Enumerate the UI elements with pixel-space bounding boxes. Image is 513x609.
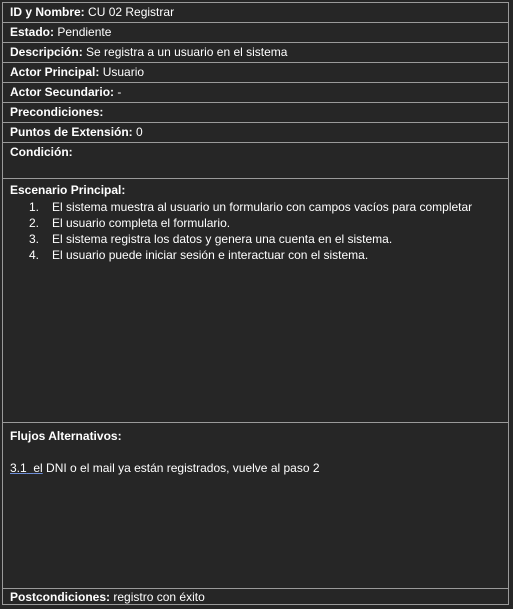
descripcion-label: Descripción: bbox=[10, 45, 83, 59]
puntos-extension-value[interactable]: 0 bbox=[136, 125, 143, 139]
row-id-nombre: ID y Nombre: CU 02 Registrar bbox=[3, 3, 508, 23]
step-number: 1. bbox=[29, 200, 40, 214]
step-item[interactable]: 4. El usuario puede iniciar sesión e int… bbox=[10, 247, 508, 263]
precondiciones-label: Precondiciones: bbox=[10, 105, 104, 119]
actor-secundario-label: Actor Secundario: bbox=[10, 85, 115, 99]
descripcion-value[interactable]: Se registra a un usuario en el sistema bbox=[86, 45, 287, 59]
row-escenario-principal: Escenario Principal: 1. El sistema muest… bbox=[3, 179, 508, 423]
step-item[interactable]: 1. El sistema muestra al usuario un form… bbox=[10, 199, 508, 215]
flujos-label: Flujos Alternativos: bbox=[10, 429, 122, 443]
step-text: El usuario puede iniciar sesión e intera… bbox=[52, 248, 369, 262]
flujo-item[interactable]: 3.1 el DNI o el mail ya están registrado… bbox=[10, 459, 508, 477]
step-number: 4. bbox=[29, 248, 40, 262]
id-label: ID y Nombre: bbox=[10, 5, 85, 19]
row-descripcion: Descripción: Se registra a un usuario en… bbox=[3, 43, 508, 63]
row-postcondiciones: Postcondiciones: registro con éxito bbox=[3, 589, 508, 606]
postcondiciones-value[interactable]: registro con éxito bbox=[113, 590, 204, 604]
step-text: El sistema registra los datos y genera u… bbox=[52, 232, 393, 246]
row-flujos-alternativos: Flujos Alternativos: 3.1 el DNI o el mai… bbox=[3, 423, 508, 589]
flujo-text: DNI o el mail ya están registrados, vuel… bbox=[46, 461, 320, 475]
actor-secundario-value[interactable]: - bbox=[117, 85, 121, 99]
condicion-label: Condición: bbox=[10, 145, 73, 159]
id-value[interactable]: CU 02 Registrar bbox=[88, 5, 174, 19]
row-actor-principal: Actor Principal: Usuario bbox=[3, 63, 508, 83]
use-case-document: ID y Nombre: CU 02 Registrar Estado: Pen… bbox=[2, 2, 509, 605]
step-number: 3. bbox=[29, 232, 40, 246]
postcondiciones-label: Postcondiciones: bbox=[10, 590, 111, 604]
row-puntos-extension: Puntos de Extensión: 0 bbox=[3, 123, 508, 143]
row-precondiciones: Precondiciones: bbox=[3, 103, 508, 123]
step-item[interactable]: 3. El sistema registra los datos y gener… bbox=[10, 231, 508, 247]
step-text: El usuario completa el formulario. bbox=[52, 216, 231, 230]
escenario-steps: 1. El sistema muestra al usuario un form… bbox=[10, 199, 508, 263]
estado-value[interactable]: Pendiente bbox=[57, 25, 111, 39]
row-estado: Estado: Pendiente bbox=[3, 23, 508, 43]
actor-principal-label: Actor Principal: bbox=[10, 65, 100, 79]
actor-principal-value[interactable]: Usuario bbox=[103, 65, 144, 79]
escenario-label: Escenario Principal: bbox=[10, 183, 126, 197]
estado-label: Estado: bbox=[10, 25, 55, 39]
flujo-ref: 3.1 el bbox=[10, 461, 43, 475]
step-text: El sistema muestra al usuario un formula… bbox=[52, 200, 473, 214]
step-item[interactable]: 2. El usuario completa el formulario. bbox=[10, 215, 508, 231]
row-condicion: Condición: bbox=[3, 143, 508, 179]
row-actor-secundario: Actor Secundario: - bbox=[3, 83, 508, 103]
puntos-extension-label: Puntos de Extensión: bbox=[10, 125, 133, 139]
step-number: 2. bbox=[29, 216, 40, 230]
